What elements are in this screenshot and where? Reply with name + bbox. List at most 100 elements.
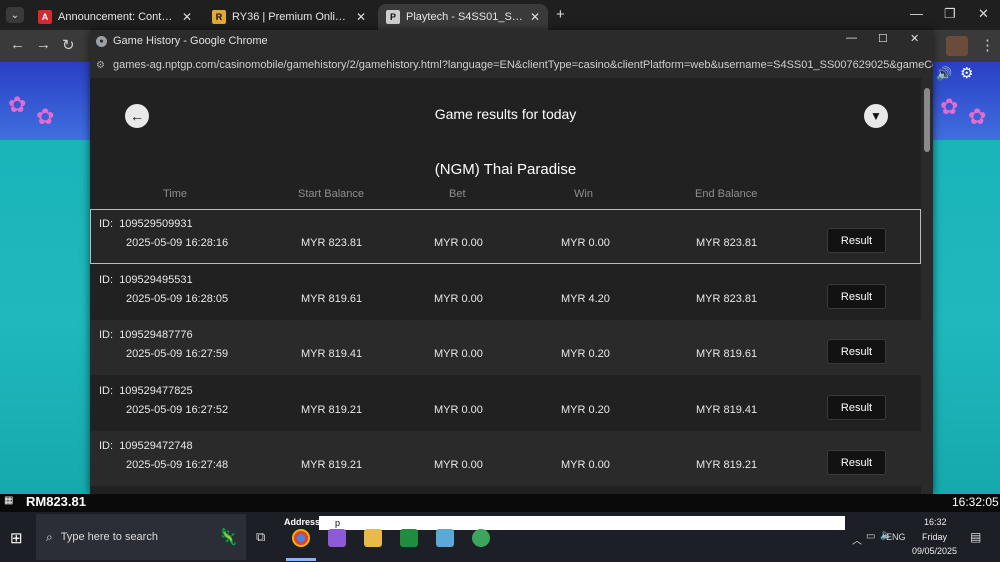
result-button[interactable]: Result — [827, 228, 886, 253]
row-start-balance: MYR 819.21 — [301, 404, 363, 416]
menu-dots-icon[interactable]: ⋮ — [980, 36, 995, 54]
column-header-bet: Bet — [449, 188, 466, 200]
column-header-win: Win — [574, 188, 593, 200]
taskbar-day[interactable]: Friday — [922, 532, 947, 542]
spreadsheet-icon[interactable] — [400, 529, 418, 547]
close-icon[interactable]: ✕ — [530, 10, 540, 24]
notification-icon[interactable]: ▤ — [970, 530, 981, 544]
table-row[interactable]: ID: 109529495531 2025-05-09 16:28:05 MYR… — [90, 265, 921, 320]
profile-avatar[interactable] — [946, 36, 968, 56]
game-status-bar — [0, 494, 1000, 512]
announcement-favicon: A — [38, 10, 52, 24]
taskbar-search-box[interactable]: ⌕ Type here to search 🦎 — [36, 514, 246, 560]
tab-ry36[interactable]: R RY36 | Premium Online Casino ✕ — [204, 4, 374, 30]
row-id: ID: 109529495531 — [99, 274, 193, 286]
row-time: 2025-05-09 16:28:05 — [126, 293, 229, 305]
minimize-icon[interactable]: — — [846, 32, 857, 44]
row-win: MYR 4.20 — [561, 293, 610, 305]
taskbar-date[interactable]: 09/05/2025 — [912, 546, 957, 556]
site-info-icon[interactable]: ⚙ — [96, 60, 105, 71]
row-start-balance: MYR 819.41 — [301, 348, 363, 360]
chameleon-icon: 🦎 — [218, 529, 238, 546]
orchid-icon: ✿ — [940, 94, 959, 119]
ry36-favicon: R — [212, 10, 226, 24]
tab-label: Playtech - S4SS01_SS00762902 — [406, 11, 524, 23]
row-end-balance: MYR 823.81 — [696, 293, 758, 305]
popup-address-bar[interactable]: ⚙ games-ag.nptgp.com/casinomobile/gamehi… — [90, 52, 933, 78]
sound-icon[interactable]: 🔊 — [936, 66, 952, 82]
window-close-icon[interactable]: ✕ — [978, 6, 989, 22]
coins-icon: ▦ — [4, 495, 14, 506]
language-indicator[interactable]: ENG — [886, 532, 906, 542]
result-button[interactable]: Result — [827, 395, 886, 420]
search-placeholder: Type here to search — [60, 531, 158, 543]
row-end-balance: MYR 819.61 — [696, 348, 758, 360]
address-label: Address — [284, 517, 321, 527]
tab-search-button[interactable]: ⌄ — [6, 7, 24, 23]
search-icon: ⌕ — [46, 529, 53, 544]
tab-announcement[interactable]: A Announcement: Contests & Pa ✕ — [30, 4, 200, 30]
gear-icon[interactable]: ⚙ — [960, 64, 973, 82]
table-row[interactable]: ID: 109529509931 2025-05-09 16:28:16 MYR… — [90, 209, 921, 264]
row-bet: MYR 0.00 — [434, 348, 483, 360]
address-toolbar-input[interactable]: p — [319, 516, 845, 530]
tab-label: RY36 | Premium Online Casino — [232, 11, 350, 23]
restore-icon[interactable]: ❐ — [944, 6, 956, 22]
forward-arrow-icon[interactable]: → — [36, 36, 51, 53]
reload-icon[interactable]: ↻ — [62, 36, 75, 54]
game-history-window: ● Game History - Google Chrome — ☐ ✕ ⚙ g… — [90, 30, 933, 494]
file-explorer-icon[interactable] — [364, 529, 382, 547]
row-bet: MYR 0.00 — [434, 404, 483, 416]
close-icon[interactable]: ✕ — [182, 10, 192, 24]
taskbar-time[interactable]: 16:32 — [924, 517, 947, 527]
feather-app-icon[interactable] — [328, 529, 346, 547]
playtech-favicon: P — [386, 10, 400, 24]
active-app-indicator — [286, 558, 316, 561]
result-button[interactable]: Result — [827, 339, 886, 364]
new-tab-button[interactable]: + — [556, 6, 565, 23]
calculator-icon[interactable] — [436, 529, 454, 547]
row-id: ID: 109529509931 — [99, 218, 193, 230]
maximize-icon[interactable]: ☐ — [878, 32, 888, 45]
row-start-balance: MYR 819.61 — [301, 293, 363, 305]
game-balance: RM823.81 — [26, 494, 86, 509]
windows-start-icon[interactable]: ⊞ — [10, 529, 23, 547]
chrome-globe-icon: ● — [96, 35, 107, 47]
tab-label: Announcement: Contests & Pa — [58, 11, 176, 23]
row-end-balance: MYR 819.41 — [696, 404, 758, 416]
close-icon[interactable]: ✕ — [356, 10, 366, 24]
result-button[interactable]: Result — [827, 284, 886, 309]
chrome-icon[interactable] — [292, 529, 310, 547]
row-start-balance: MYR 823.81 — [301, 237, 363, 249]
gear-app-icon[interactable] — [472, 529, 490, 547]
column-header-end-balance: End Balance — [695, 188, 758, 200]
row-id: ID: 109529487776 — [99, 329, 193, 341]
scrollbar-thumb[interactable] — [924, 88, 930, 152]
row-id: ID: 109529472748 — [99, 440, 193, 452]
orchid-icon: ✿ — [8, 92, 27, 117]
task-view-icon[interactable]: ⧉ — [256, 529, 265, 545]
row-end-balance: MYR 823.81 — [696, 237, 758, 249]
game-clock: 16:32:05 — [952, 495, 999, 509]
game-name: (NGM) Thai Paradise — [434, 161, 577, 178]
row-time: 2025-05-09 16:27:59 — [126, 348, 229, 360]
chevron-up-icon[interactable]: ︿ — [852, 532, 862, 547]
tab-playtech[interactable]: P Playtech - S4SS01_SS00762902 ✕ — [378, 4, 548, 30]
popup-url[interactable]: games-ag.nptgp.com/casinomobile/gamehist… — [113, 59, 933, 71]
table-row[interactable]: ID: 109529467748 — [90, 487, 921, 494]
back-arrow-icon[interactable]: ← — [10, 36, 25, 53]
close-icon[interactable]: ✕ — [910, 32, 919, 45]
result-button[interactable]: Result — [827, 450, 886, 475]
network-icon[interactable]: ▭ — [866, 531, 875, 542]
row-time: 2025-05-09 16:28:16 — [126, 237, 229, 249]
table-row[interactable]: ID: 109529472748 2025-05-09 16:27:48 MYR… — [90, 431, 921, 486]
minimize-icon[interactable]: — — [910, 6, 923, 21]
popup-title: Game History - Google Chrome — [113, 35, 268, 47]
table-row[interactable]: ID: 109529477825 2025-05-09 16:27:52 MYR… — [90, 376, 921, 431]
table-row[interactable]: ID: 109529487776 2025-05-09 16:27:59 MYR… — [90, 320, 921, 375]
row-end-balance: MYR 819.21 — [696, 459, 758, 471]
row-win: MYR 0.00 — [561, 459, 610, 471]
row-bet: MYR 0.00 — [434, 459, 483, 471]
row-win: MYR 0.20 — [561, 348, 610, 360]
orchid-icon: ✿ — [36, 104, 55, 129]
